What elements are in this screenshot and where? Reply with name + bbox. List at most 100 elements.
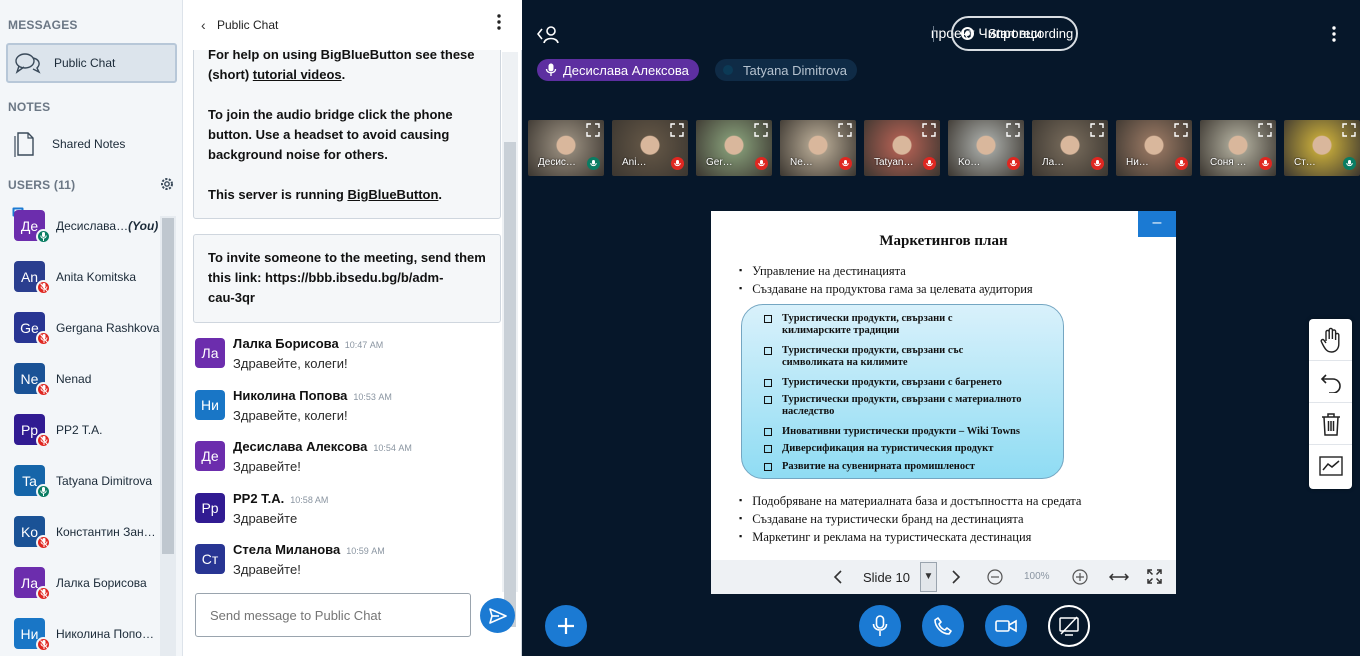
record-icon — [961, 27, 974, 40]
expand-icon[interactable] — [838, 123, 852, 137]
microphone-button[interactable] — [859, 605, 901, 647]
shared-notes-item[interactable]: Shared Notes — [6, 126, 177, 162]
public-chat-item[interactable]: Public Chat — [6, 43, 177, 83]
user-list-item[interactable]: An Anita Komitska — [0, 251, 160, 301]
welcome-line: To join the audio bridge click the phone — [208, 107, 453, 122]
user-name: Николина Попо… — [56, 627, 160, 641]
user-list-scrollbar[interactable] — [160, 216, 176, 656]
minimize-presentation-button[interactable]: – — [1138, 211, 1176, 237]
webcam-tile[interactable]: Ла…⌄ — [1032, 120, 1108, 176]
chat-message-input[interactable] — [195, 593, 471, 637]
user-name-text: PP2 T.A. — [56, 423, 103, 437]
presentation-toolbar: Slide 10 ▼ 100% — [711, 560, 1176, 594]
sender-name: Лалка Борисова — [233, 336, 339, 351]
expand-icon[interactable] — [922, 123, 936, 137]
welcome-line: background noise for others. — [208, 147, 388, 162]
muted-microphone-icon — [36, 535, 51, 550]
boxed-bullet-line: килимарските традиции — [782, 325, 900, 336]
fit-width-icon[interactable] — [1109, 570, 1129, 584]
message-time: 10:53 AM — [353, 391, 392, 402]
user-name-text: Gergana Rashkova — [56, 321, 160, 335]
previous-slide-icon[interactable] — [833, 570, 843, 584]
screen-share-button[interactable] — [1048, 605, 1090, 647]
expand-icon[interactable] — [586, 123, 600, 137]
start-recording-button[interactable]: Start recording — [951, 16, 1078, 51]
expand-icon[interactable] — [1258, 123, 1272, 137]
clear-all-button[interactable] — [1309, 403, 1352, 445]
user-list-item[interactable]: Ge Gergana Rashkova — [0, 302, 160, 352]
user-list-item[interactable]: Ни Николина Попо… — [0, 608, 160, 656]
gear-icon[interactable] — [159, 176, 175, 192]
expand-icon[interactable] — [1174, 123, 1188, 137]
webcam-tile[interactable]: Ko…⌄ — [948, 120, 1024, 176]
public-chat-label: Public Chat — [54, 56, 116, 70]
webcam-user-name: Tatyan… — [874, 157, 914, 168]
undo-button[interactable] — [1309, 361, 1352, 403]
welcome-line: button. Use a headset to avoid causing — [208, 127, 450, 142]
expand-icon[interactable] — [1342, 123, 1356, 137]
talking-indicator[interactable]: Tatyana Dimitrova — [715, 59, 858, 81]
user-list-item[interactable]: Ko Константин Зан… — [0, 506, 160, 556]
user-list-item[interactable]: Де Десислава…(You) — [0, 200, 160, 250]
user-list-item[interactable]: Ла Лалка Борисова — [0, 557, 160, 607]
avatar: Ни — [195, 389, 225, 420]
zoom-in-icon[interactable] — [1072, 569, 1088, 585]
welcome-text: . — [341, 67, 346, 82]
welcome-text: . — [438, 187, 443, 202]
muted-microphone-icon — [1091, 157, 1104, 170]
microphone-icon — [587, 157, 600, 170]
expand-icon[interactable] — [1006, 123, 1020, 137]
scrollbar-thumb[interactable] — [162, 218, 174, 554]
bigbluebutton-link[interactable]: BigBlueButton — [347, 187, 438, 202]
chat-message: Ни Николина Попова 10:53 AM Здравейте, коле… — [195, 388, 485, 438]
webcam-tile[interactable]: Ger…⌄ — [696, 120, 772, 176]
chat-scrollbar[interactable] — [502, 52, 518, 627]
pan-tool-button[interactable] — [1309, 319, 1352, 361]
webcam-tile[interactable]: Ни…⌄ — [1116, 120, 1192, 176]
message-time: 10:59 AM — [346, 546, 385, 556]
zoom-out-icon[interactable] — [987, 569, 1003, 585]
plus-icon — [558, 618, 574, 634]
expand-icon[interactable] — [1090, 123, 1104, 137]
actions-button[interactable] — [545, 605, 587, 647]
slide-title: Маркетингов план — [879, 233, 1008, 249]
slide-bullet: Подобряване на материалната база и достъ… — [739, 494, 1081, 509]
chat-title[interactable]: Public Chat — [217, 18, 278, 32]
webcam-tile[interactable]: Ne…⌄ — [780, 120, 856, 176]
message-sender: Стела Миланова 10:59 AM — [233, 542, 385, 557]
more-options-icon[interactable] — [497, 14, 501, 30]
next-slide-icon[interactable] — [951, 570, 961, 584]
webcam-tile[interactable]: Ст…⌄ — [1284, 120, 1360, 176]
webcam-tile[interactable]: Tatyan…⌄ — [864, 120, 940, 176]
slide-select-dropdown[interactable]: ▼ — [920, 562, 937, 592]
user-list-item[interactable]: Pp PP2 T.A. — [0, 404, 160, 454]
webcam-tile[interactable]: Ani…⌄ — [612, 120, 688, 176]
user-list-item[interactable]: Ta Tatyana Dimitrova — [0, 455, 160, 505]
undo-icon — [1320, 373, 1341, 393]
more-options-icon[interactable] — [1332, 26, 1336, 42]
slide-number: Slide 10 — [863, 570, 910, 585]
expand-icon[interactable] — [670, 123, 684, 137]
message-sender: Лалка Борисова 10:47 AM — [233, 336, 383, 351]
camera-button[interactable] — [985, 605, 1027, 647]
presentation-slide[interactable]: Маркетингов план Управление на дестинаци… — [711, 211, 1176, 594]
webcam-user-name: Ни… — [1126, 157, 1149, 168]
send-button[interactable] — [480, 598, 515, 633]
tutorial-videos-link[interactable]: tutorial videos — [253, 67, 342, 82]
user-list-item[interactable]: Ne Nenad — [0, 353, 160, 403]
expand-icon[interactable] — [754, 123, 768, 137]
microphone-icon — [1343, 157, 1356, 170]
webcam-tile[interactable]: Соня …⌄ — [1200, 120, 1276, 176]
boxed-bullet: Иновативни туристически продукти – Wiki … — [764, 426, 1020, 438]
multi-user-button[interactable] — [1309, 445, 1352, 487]
talking-indicator[interactable]: Десислава Алексова — [537, 59, 699, 81]
chat-message: Pp PP2 T.A. 10:58 AM Здравейте — [195, 491, 485, 541]
audio-button[interactable] — [922, 605, 964, 647]
scrollbar-thumb[interactable] — [504, 142, 516, 627]
message-text: Здравейте, колеги! — [233, 407, 348, 423]
message-text: Здравейте! — [233, 459, 301, 474]
chevron-left-icon[interactable]: ‹ — [201, 17, 206, 33]
webcam-tile[interactable]: Десис…⌄ — [528, 120, 604, 176]
fullscreen-icon[interactable] — [1147, 569, 1162, 584]
invite-message: To invite someone to the meeting, send t… — [193, 234, 501, 323]
